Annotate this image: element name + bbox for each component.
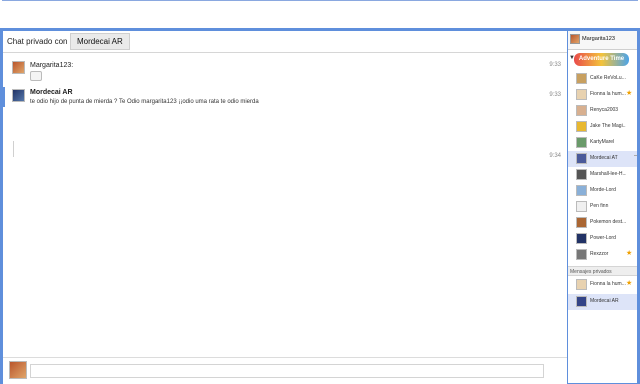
contact-name: KartyMarel — [590, 139, 615, 145]
contact-item[interactable]: Pokemon dest... — [568, 215, 637, 231]
contact-name: Fionna la hum... — [590, 91, 626, 97]
avatar — [576, 89, 587, 100]
contact-item[interactable]: Jake The Magi... — [568, 119, 637, 135]
contact-item[interactable]: Pen finn — [568, 199, 637, 215]
chat-partner-chip[interactable]: Mordecai AR — [70, 33, 130, 50]
contact-item[interactable]: CaKe ReVoLu... — [568, 71, 637, 87]
message-user: Mordecai AR — [30, 89, 73, 96]
avatar — [576, 249, 587, 260]
message-text: te odio hijo de punta de mierda ? Te Odi… — [30, 99, 259, 105]
contact-item[interactable]: Mordecai AR — [568, 294, 637, 310]
group-logo[interactable]: Adventure Time — [574, 53, 629, 66]
current-user: Margarita123 — [582, 36, 615, 42]
contact-item[interactable]: Power-Lord — [568, 231, 637, 247]
contact-item[interactable]: KartyMarel — [568, 135, 637, 151]
avatar — [576, 279, 587, 290]
avatar — [570, 34, 580, 44]
contact-name: CaKe ReVoLu... — [590, 75, 626, 81]
contact-name: Jake The Magi... — [590, 123, 626, 129]
avatar — [576, 296, 587, 307]
message-list: Margarita123: 9:33 Mordecai AR 9:33 te o… — [3, 55, 567, 355]
star-icon: ★ — [626, 250, 633, 257]
avatar — [12, 61, 25, 74]
avatar — [576, 201, 587, 212]
avatar — [576, 217, 587, 228]
contact-name: Renyca2003 — [590, 107, 619, 113]
contact-name: Power-Lord — [590, 235, 616, 241]
message-item: Margarita123: 9:33 — [3, 59, 567, 83]
contact-name: Marshall-lee-H... — [590, 171, 626, 177]
contact-name: Mordecai AT — [590, 155, 618, 161]
contact-name: Rexzzor — [590, 251, 609, 257]
contact-item[interactable]: Fionna la hum... ★ — [568, 87, 637, 103]
sidebar-header: Margarita123 — [568, 31, 637, 50]
scrollbar[interactable] — [634, 155, 637, 156]
message-input[interactable] — [30, 364, 544, 378]
composer — [3, 357, 567, 384]
contact-name: Pen finn — [590, 203, 609, 209]
avatar — [9, 361, 27, 379]
contact-item[interactable]: Mordecai AT — [568, 151, 637, 167]
avatar — [576, 169, 587, 180]
message-time: 9:34 — [549, 153, 561, 159]
message-item: Mordecai AR 9:33 te odio hijo de punta d… — [3, 85, 567, 109]
avatar — [576, 153, 587, 164]
contact-name: Pokemon dest... — [590, 219, 626, 225]
top-blank-area — [0, 0, 640, 28]
contact-item[interactable]: Marshall-lee-H... — [568, 167, 637, 183]
chat-panel: Chat privado con Mordecai AR Margarita12… — [3, 31, 567, 384]
avatar — [12, 89, 25, 102]
avatar — [576, 185, 587, 196]
section-label: Mensajes privados — [568, 266, 637, 276]
message-time: 9:33 — [549, 62, 561, 68]
contact-name: Fionna la hum... — [590, 281, 626, 287]
chat-header: Chat privado con Mordecai AR — [3, 31, 567, 53]
star-icon: ★ — [626, 90, 633, 97]
avatar — [576, 73, 587, 84]
message-user: Margarita123: — [30, 62, 74, 69]
chat-title: Chat privado con — [7, 37, 68, 46]
selection-bar — [3, 87, 5, 107]
sticker-icon — [30, 71, 42, 81]
avatar — [576, 105, 587, 116]
avatar — [576, 121, 587, 132]
contact-name: Morde-Lord — [590, 187, 616, 193]
message-item: 9:34 — [3, 149, 567, 163]
top-divider — [2, 0, 638, 1]
contact-item[interactable]: Renyca2003 — [568, 103, 637, 119]
contact-item[interactable]: Morde-Lord — [568, 183, 637, 199]
divider — [13, 141, 14, 157]
avatar — [576, 233, 587, 244]
message-time: 9:33 — [549, 92, 561, 98]
contacts-sidebar: Margarita123 ▼ Adventure Time CaKe ReVoL… — [568, 31, 637, 383]
star-icon: ★ — [626, 280, 633, 287]
contact-item[interactable]: Fionna la hum... ★ — [568, 277, 637, 293]
avatar — [576, 137, 587, 148]
contact-name: Mordecai AR — [590, 298, 619, 304]
contact-item[interactable]: Rexzzor ★ — [568, 247, 637, 263]
